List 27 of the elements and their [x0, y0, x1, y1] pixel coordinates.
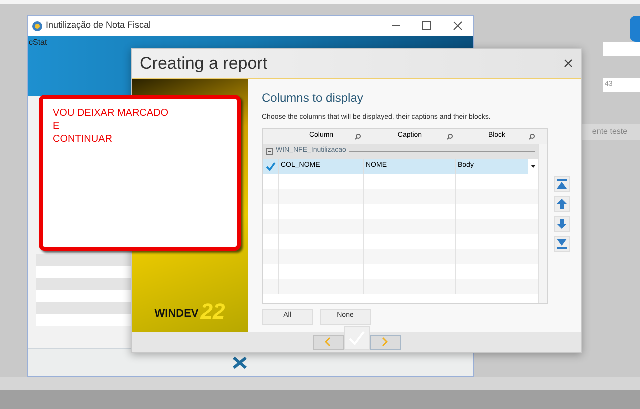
- close-icon[interactable]: [453, 21, 463, 31]
- chevron-right-icon: [382, 337, 388, 347]
- logo-fragment: [630, 16, 640, 42]
- dropdown-arrow-icon: [530, 164, 536, 168]
- search-icon[interactable]: [355, 134, 361, 140]
- move-top-icon[interactable]: [554, 176, 570, 192]
- move-up-icon[interactable]: [554, 196, 570, 212]
- section-heading: Columns to display: [262, 90, 364, 107]
- move-down-icon[interactable]: [554, 216, 570, 232]
- field-label: cStat: [29, 37, 48, 49]
- window-title: Inutilização de Nota Fiscal: [46, 19, 152, 32]
- annotation-text: E: [53, 120, 61, 133]
- search-icon[interactable]: [447, 134, 453, 140]
- close-icon[interactable]: [564, 59, 573, 68]
- app-icon: [32, 20, 43, 32]
- chevron-left-icon: [325, 337, 331, 347]
- checkbox[interactable]: [266, 162, 276, 170]
- maximize-icon[interactable]: [422, 21, 432, 31]
- tools-icon[interactable]: [232, 356, 248, 370]
- dialog-title: Creating a report: [140, 52, 268, 75]
- annotation-text: VOU DEIXAR MARCADO: [53, 107, 170, 120]
- scrollbar[interactable]: [538, 144, 547, 302]
- text-field[interactable]: [603, 42, 640, 56]
- search-icon[interactable]: [529, 134, 535, 140]
- annotation-text: CONTINUAR: [53, 133, 114, 146]
- move-bottom-icon[interactable]: [554, 236, 570, 252]
- collapse-icon[interactable]: [266, 148, 273, 154]
